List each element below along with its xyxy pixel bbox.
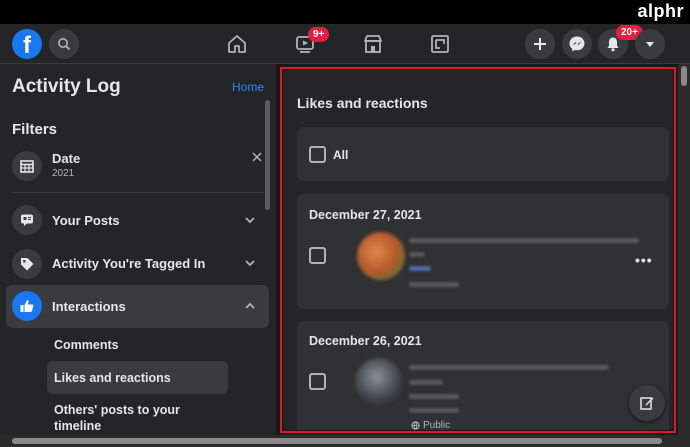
activity-entry: December 27, 2021 ••• (297, 194, 669, 309)
calendar-icon (20, 160, 34, 173)
compose-message-button[interactable] (629, 385, 665, 421)
plus-icon (534, 38, 546, 50)
marketplace-icon (364, 35, 382, 53)
tagged-expand[interactable] (243, 256, 257, 270)
chevron-up-icon (245, 302, 255, 309)
select-all-card: All (297, 127, 669, 181)
entry-thumbnail[interactable] (355, 358, 403, 406)
chevron-down-icon (245, 217, 255, 224)
sidebar-scrollbar[interactable] (265, 100, 270, 210)
watch-badge: 9+ (308, 27, 330, 42)
page-vertical-scrollbar[interactable] (678, 64, 690, 435)
marketplace-nav-button[interactable] (361, 32, 385, 56)
entry-date: December 26, 2021 (309, 334, 422, 348)
blurred-text (409, 238, 639, 243)
entry-checkbox[interactable] (309, 373, 326, 390)
home-nav-button[interactable] (225, 32, 249, 56)
facebook-logo-icon[interactable]: f (12, 29, 42, 59)
select-all-label: All (333, 148, 349, 162)
your-posts-icon-wrap (12, 205, 42, 235)
sidebar-item-your-posts[interactable]: Your Posts (52, 213, 120, 228)
activity-entry: December 26, 2021 Public (297, 321, 669, 430)
messenger-button[interactable] (562, 29, 592, 59)
entry-thumbnail[interactable] (357, 232, 405, 280)
your-posts-expand[interactable] (243, 213, 257, 227)
privacy-indicator: Public (411, 420, 450, 430)
top-navbar: f 9+ 20+ (0, 24, 690, 64)
tag-icon (21, 258, 34, 271)
brand-logo: alphr (637, 1, 684, 21)
globe-icon (411, 421, 420, 430)
section-title: Likes and reactions (297, 95, 428, 111)
gaming-icon (431, 35, 449, 53)
date-filter-value: 2021 (52, 168, 75, 179)
likes-reactions-panel: Likes and reactions All December 27, 202… (283, 70, 673, 430)
select-all-checkbox[interactable] (309, 146, 326, 163)
top-strip: alphr (0, 0, 690, 24)
blurred-text (409, 266, 431, 271)
account-menu-button[interactable] (635, 29, 665, 59)
page-title: Activity Log (12, 76, 121, 97)
sidebar-divider (12, 192, 264, 193)
search-icon (58, 38, 71, 51)
clear-date-filter-button[interactable] (250, 150, 264, 164)
blurred-text (409, 282, 459, 287)
page-horizontal-scroll-thumb[interactable] (12, 438, 662, 444)
filters-heading: Filters (12, 121, 58, 138)
messenger-icon (569, 36, 585, 52)
create-button[interactable] (525, 29, 555, 59)
sidebar-subitem-comments[interactable]: Comments (54, 338, 119, 352)
blurred-text (409, 365, 609, 370)
activity-log-sidebar: Activity Log Home Filters Date 2021 Your… (0, 64, 276, 435)
gaming-nav-button[interactable] (428, 32, 452, 56)
entry-date: December 27, 2021 (309, 208, 422, 222)
page-vertical-scroll-thumb[interactable] (681, 66, 687, 86)
sidebar-subitem-likes-and-reactions[interactable]: Likes and reactions (54, 371, 171, 385)
interactions-icon-wrap (12, 291, 42, 321)
tagged-icon-wrap (12, 249, 42, 279)
date-filter-icon-wrap (12, 151, 42, 181)
blurred-text (409, 252, 425, 257)
privacy-label: Public (423, 420, 451, 430)
sidebar-item-tagged[interactable]: Activity You're Tagged In (52, 256, 205, 271)
interactions-collapse[interactable] (243, 299, 257, 313)
entry-more-button[interactable]: ••• (635, 252, 653, 268)
chevron-down-icon (245, 260, 255, 267)
posts-icon (21, 214, 33, 226)
sidebar-item-interactions-label: Interactions (52, 299, 126, 314)
thumbs-up-icon (20, 300, 34, 312)
blurred-text (409, 408, 459, 413)
home-icon (228, 35, 246, 53)
entry-checkbox[interactable] (309, 247, 326, 264)
edit-icon (640, 397, 654, 410)
close-icon (252, 152, 262, 162)
blurred-text (409, 380, 443, 385)
sidebar-item-interactions[interactable] (6, 285, 269, 328)
date-filter-label[interactable]: Date (52, 151, 80, 166)
sidebar-subitem-others-posts[interactable]: Others' posts to your timeline (54, 402, 204, 434)
caret-down-icon (646, 42, 654, 47)
search-button[interactable] (49, 29, 79, 59)
home-link[interactable]: Home (232, 80, 264, 94)
blurred-text (409, 394, 459, 399)
